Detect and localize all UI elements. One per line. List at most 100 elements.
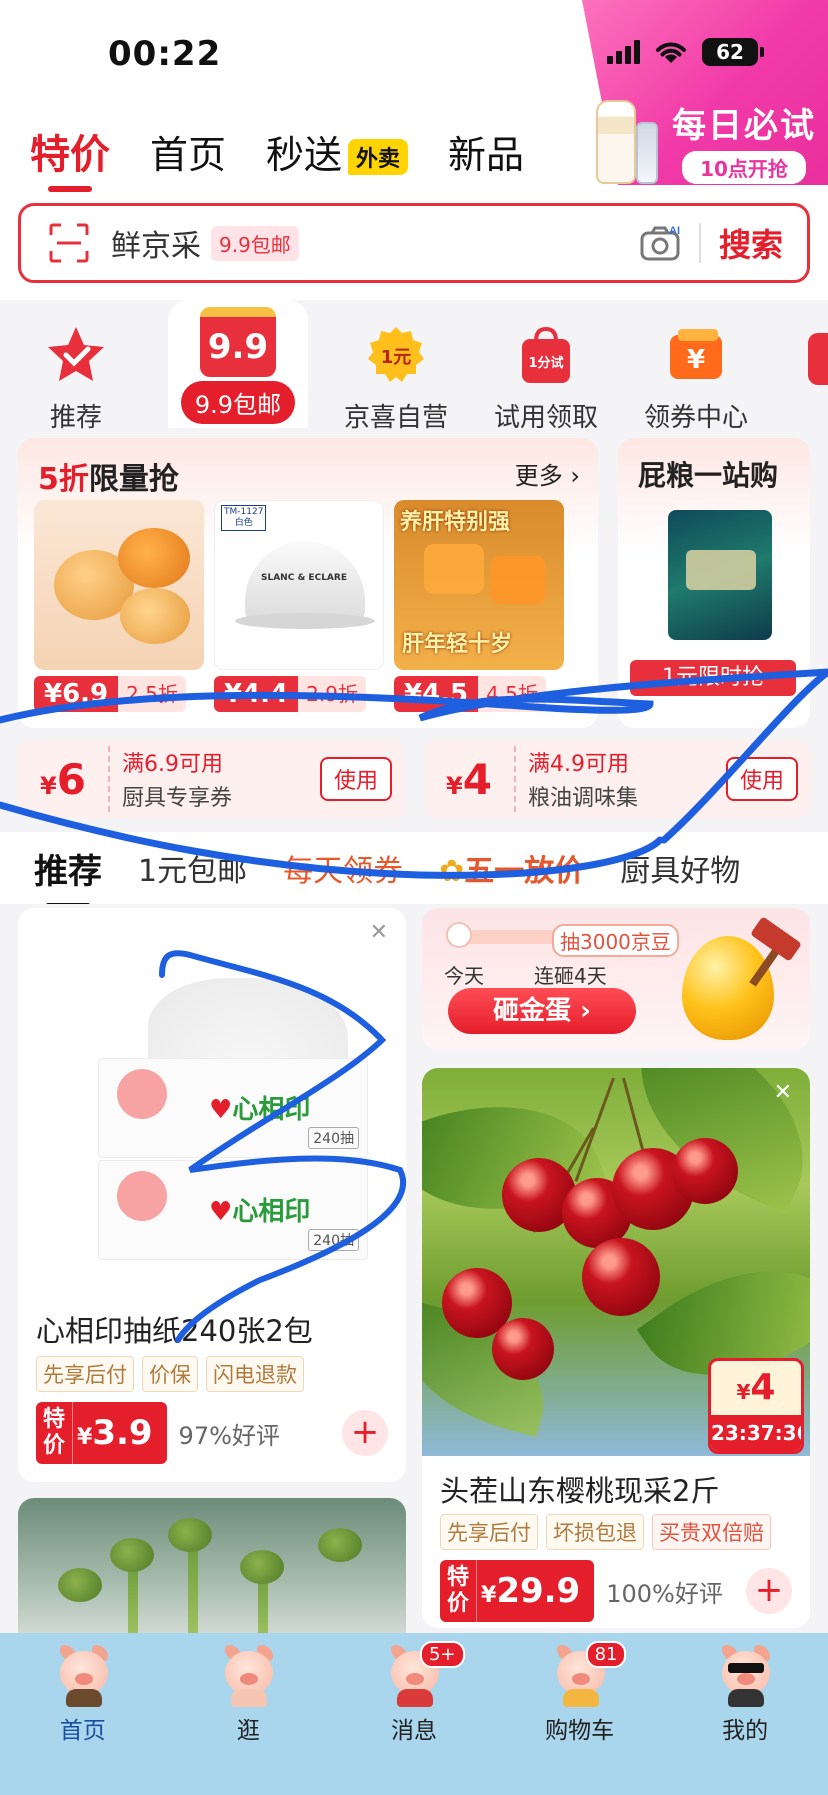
cap-tag: TM-1127 白色 xyxy=(221,505,267,531)
category-coupon-center[interactable]: ¥ 领券中心 xyxy=(626,305,766,434)
rice-bag-image xyxy=(668,510,772,640)
close-icon[interactable]: ✕ xyxy=(370,920,388,945)
product-title[interactable]: 头茬山东樱桃现采2斤 xyxy=(440,1468,719,1510)
category-trial-label: 试用领取 xyxy=(493,403,598,433)
flash-item-liver-image[interactable]: 养肝特别强 肝年轻十岁 xyxy=(394,500,564,670)
category-jingxi-self[interactable]: 1元 京喜自营 xyxy=(326,305,466,434)
streak-label: 连砸4天 xyxy=(534,964,607,988)
nine-nine-icon: 9.9 xyxy=(200,307,276,377)
nav-me-label: 我的 xyxy=(722,1718,769,1744)
coupon-grain-use-button[interactable]: 使用 xyxy=(725,757,798,801)
coupon-kitchen-amount: ¥6 xyxy=(40,754,86,804)
explore-pig-icon xyxy=(215,1641,281,1707)
category-recommend-label: 推荐 xyxy=(49,403,102,433)
category-next-icon[interactable] xyxy=(808,333,828,385)
category-row: 推荐 9.9 9.9包邮 1元 京喜自营 1分试 试用领取 ¥ 领券中心 xyxy=(0,305,828,433)
nav-home[interactable]: 首页 xyxy=(13,1641,153,1795)
add-to-cart-button[interactable]: + xyxy=(342,1410,388,1456)
countdown-timer: 23:37:36 xyxy=(711,1415,801,1451)
coupon-kitchen-info: 满6.9可用 厨具专享券 xyxy=(108,746,232,812)
one-yuan-badge-icon: 1元 xyxy=(368,327,424,382)
product-price: ¥3.9 xyxy=(72,1402,167,1464)
category-9-9-free-shipping[interactable]: 9.9 9.9包邮 xyxy=(168,305,308,424)
nav-explore[interactable]: 逛 xyxy=(178,1641,318,1795)
countdown-badge[interactable]: ¥4 23:37:36 xyxy=(708,1358,804,1454)
chip-fast-refund: 闪电退款 xyxy=(206,1356,304,1392)
special-price-tag: 特价 xyxy=(36,1402,72,1464)
grain-oil-card[interactable]: 屁粮一站购 1元限时抢 xyxy=(618,438,810,728)
search-bar[interactable]: 鲜京采 9.9包邮 AI 搜索 xyxy=(18,203,810,283)
price-row: 特价 ¥29.9 100%好评 + xyxy=(440,1560,792,1622)
wifi-icon xyxy=(656,42,686,63)
cart-badge: 81 xyxy=(585,1641,627,1668)
baby-bottle-image xyxy=(596,100,636,184)
feed-tab-one-yuan[interactable]: 1元包邮 xyxy=(138,846,247,890)
broccoli-image xyxy=(18,1498,406,1648)
status-time: 00:22 xyxy=(108,34,222,74)
flash-sale-title: 5折限量抢 xyxy=(38,454,179,498)
product-card-tissue[interactable]: ✕ ♥心相印 240抽 ♥心相印 240抽 心相印抽纸240张2包 先享后付 价… xyxy=(18,908,406,1482)
tab-new-products[interactable]: 新品 xyxy=(448,124,524,179)
tissue-count-label: 240抽 xyxy=(308,1127,359,1149)
feed-tab-recommend[interactable]: 推荐 xyxy=(34,844,102,904)
product-card-broccoli[interactable] xyxy=(18,1498,406,1648)
flash-sale-more-link[interactable]: 更多 › xyxy=(515,456,580,491)
product-price: ¥29.9 xyxy=(476,1560,595,1622)
coupon-kitchen-use-button[interactable]: 使用 xyxy=(319,757,392,801)
close-icon[interactable]: ✕ xyxy=(774,1080,792,1105)
feed-tabs: 推荐 1元包邮 每天领券 ✿五一放价 厨具好物 xyxy=(0,832,828,904)
takeout-badge: 外卖 xyxy=(348,139,409,175)
smash-egg-button[interactable]: 砸金蛋 › xyxy=(448,988,636,1034)
smash-egg-card[interactable]: 抽3000京豆 今天 连砸4天 砸金蛋 › xyxy=(422,908,810,1050)
camera-ai-badge: AI xyxy=(669,225,680,237)
chip-pay-later: 先享后付 xyxy=(440,1514,538,1550)
cosmetic-bottle-image xyxy=(636,122,658,184)
coupon-grain-info: 满4.9可用 粮油调味集 xyxy=(514,746,638,812)
product-title[interactable]: 心相印抽纸240张2包 xyxy=(36,1308,313,1350)
category-coupon-label: 领券中心 xyxy=(643,403,748,433)
home-pig-icon xyxy=(50,1641,116,1707)
camera-icon[interactable]: AI xyxy=(639,223,683,263)
scan-icon[interactable] xyxy=(47,221,91,265)
tab-special-price[interactable]: 特价 xyxy=(30,122,110,192)
coupon-icon-text: ¥ xyxy=(687,345,705,375)
top-tabs: 特价 首页 秒送 外卖 新品 xyxy=(30,122,524,192)
prize-label: 抽3000京豆 xyxy=(552,924,679,957)
flash-item-pastry-image[interactable] xyxy=(34,500,204,670)
product-card-cherry[interactable]: ✕ ¥4 23:37:36 头茬山东樱桃现采2斤 先享后付 坏损包退 买贵双倍赔… xyxy=(422,1068,810,1628)
add-to-cart-button[interactable]: + xyxy=(746,1568,792,1614)
coupon-kitchen[interactable]: ¥6 满6.9可用 厨具专享券 使用 xyxy=(18,740,404,818)
chip-damage-refund: 坏损包退 xyxy=(546,1514,644,1550)
search-button[interactable]: 搜索 xyxy=(719,220,783,266)
flash-item-2-price: ¥4.4 2.9折 xyxy=(214,676,366,712)
one-yuan-flash-button[interactable]: 1元限时抢 xyxy=(630,660,796,696)
coupon-grain-oil[interactable]: ¥4 满4.9可用 粮油调味集 使用 xyxy=(424,740,810,818)
today-label: 今天 xyxy=(444,964,484,988)
flash-item-1-price: ¥6.9 2.5折 xyxy=(34,676,186,712)
flash-item-cap-image[interactable]: TM-1127 白色 SLANC & ECLARE xyxy=(214,500,384,670)
feed-tab-kitchenware[interactable]: 厨具好物 xyxy=(620,846,740,890)
flash-sale-card[interactable]: 5折限量抢 更多 › TM-1127 白色 SLANC & ECLARE 养肝特别… xyxy=(18,438,598,728)
flower-icon: ✿ xyxy=(439,854,465,889)
price-row: 特价 ¥3.9 97%好评 + xyxy=(36,1402,388,1464)
nav-cart-label: 购物车 xyxy=(545,1718,615,1744)
feed-tab-may-day[interactable]: ✿五一放价 xyxy=(439,846,584,890)
liver-top-text: 养肝特别强 xyxy=(400,510,511,535)
category-recommend[interactable]: 推荐 xyxy=(6,305,146,434)
cap-brand-label: SLANC & ECLARE xyxy=(261,573,347,583)
search-divider xyxy=(698,223,701,263)
feed-tab-daily-coupon[interactable]: 每天领券 xyxy=(283,846,403,890)
tab-home[interactable]: 首页 xyxy=(150,124,226,179)
tab-instant-delivery[interactable]: 秒送 外卖 xyxy=(266,124,409,179)
tissue-image: ♥心相印 240抽 ♥心相印 240抽 xyxy=(58,948,368,1278)
flash-item-3-price: ¥4.5 4.5折 xyxy=(394,676,546,712)
nav-messages[interactable]: 5+ 消息 xyxy=(344,1641,484,1795)
nav-cart[interactable]: 81 购物车 xyxy=(510,1641,650,1795)
chip-price-protect: 价保 xyxy=(142,1356,198,1392)
search-input[interactable]: 鲜京采 xyxy=(111,221,201,265)
nav-me[interactable]: 我的 xyxy=(675,1641,815,1795)
nav-messages-label: 消息 xyxy=(390,1718,437,1744)
status-icons: 62 xyxy=(607,38,764,66)
category-trial[interactable]: 1分试 试用领取 xyxy=(476,305,616,434)
daily-trial-text[interactable]: 每日必试 10点开抢 xyxy=(672,98,816,184)
